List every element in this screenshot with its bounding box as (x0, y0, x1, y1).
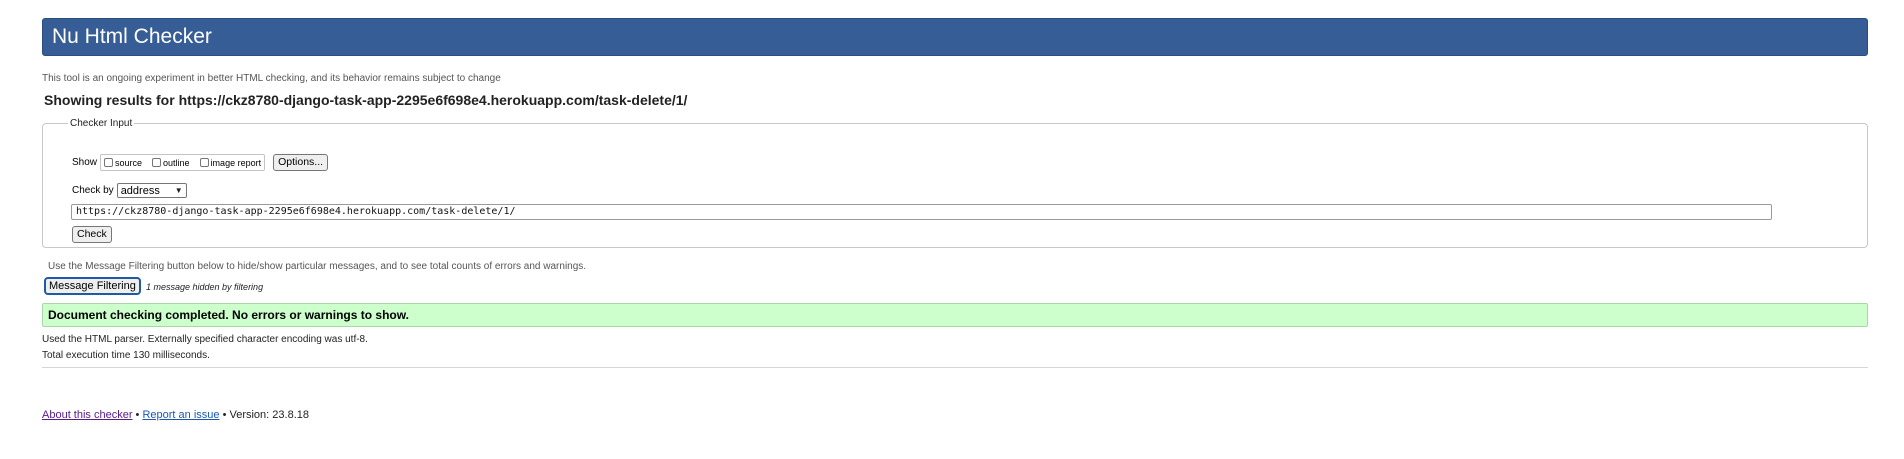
filtering-note: Use the Message Filtering button below t… (48, 261, 587, 272)
results-url: https://ckz8780-django-task-app-2295e6f6… (178, 92, 688, 108)
check-by-select[interactable]: address ▼ (116, 183, 187, 198)
image-report-checkbox[interactable] (199, 158, 209, 167)
report-issue-link[interactable]: Report an issue (142, 409, 219, 421)
footer: About this checker • Report an issue • V… (42, 409, 309, 421)
version-text: • Version: 23.8.18 (219, 409, 309, 421)
parser-info: Used the HTML parser. Externally specifi… (42, 334, 368, 345)
check-by-row: Check by address ▼ (72, 183, 187, 198)
about-checker-link[interactable]: About this checker (42, 409, 133, 421)
page-title: Nu Html Checker (52, 25, 212, 48)
checker-input-fieldset: Checker Input Show source outline image … (42, 118, 1868, 248)
footer-separator: • (132, 409, 143, 421)
check-by-label: Check by (72, 185, 114, 196)
url-input[interactable]: https://ckz8780-django-task-app-2295e6f6… (71, 204, 1772, 220)
show-row: Show source outline image report Options… (72, 154, 329, 171)
tagline: This tool is an ongoing experiment in be… (42, 73, 501, 84)
message-filtering-button[interactable]: Message Filtering (44, 277, 141, 295)
show-label: Show (72, 157, 98, 168)
success-message: Document checking completed. No errors o… (42, 303, 1868, 327)
check-by-value: address (120, 184, 160, 197)
results-prefix: Showing results for (44, 92, 179, 108)
show-image-report-option[interactable]: image report (199, 157, 262, 168)
image-report-label: image report (210, 157, 262, 168)
show-source-option[interactable]: source (104, 158, 142, 168)
chevron-down-icon: ▼ (174, 186, 183, 195)
results-heading: Showing results for https://ckz8780-djan… (44, 92, 687, 108)
outline-label: outline (163, 157, 190, 168)
hidden-messages-note: 1 message hidden by filtering (146, 282, 264, 292)
check-button[interactable]: Check (72, 226, 112, 243)
options-button[interactable]: Options... (273, 154, 329, 171)
page-header: Nu Html Checker (42, 18, 1868, 56)
source-checkbox[interactable] (104, 158, 114, 167)
execution-time-info: Total execution time 130 milliseconds. (42, 350, 210, 361)
show-outline-option[interactable]: outline (152, 158, 190, 168)
checker-input-legend: Checker Input (70, 118, 133, 129)
outline-checkbox[interactable] (152, 158, 162, 167)
divider (42, 367, 1868, 368)
show-options-group: source outline image report (100, 154, 266, 171)
source-label: source (115, 157, 143, 168)
